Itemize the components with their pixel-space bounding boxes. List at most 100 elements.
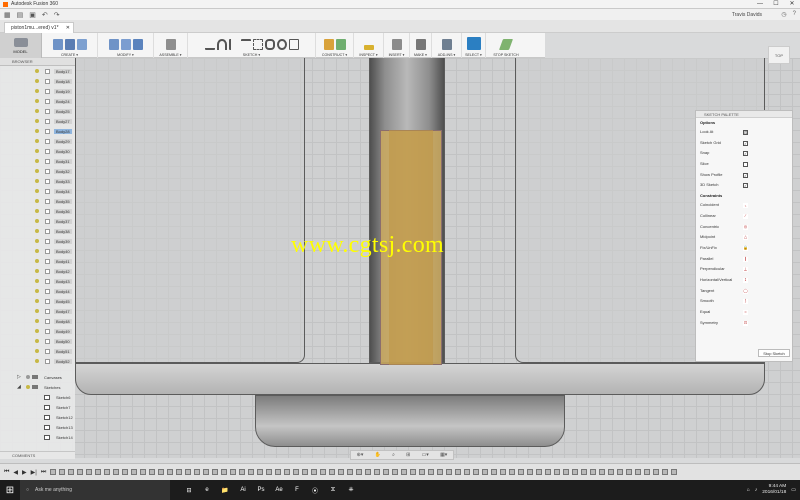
viewcube[interactable]: TOP (768, 46, 790, 64)
browser-body-row[interactable]: Body28 (0, 126, 75, 136)
visibility-bulb-icon[interactable] (35, 239, 39, 243)
3d-print-icon[interactable] (415, 39, 426, 50)
insert-group[interactable]: INSERT ▾ (384, 33, 410, 58)
timeline-feature-icon[interactable] (356, 469, 363, 475)
browser-body-row[interactable]: Body36 (0, 206, 75, 216)
timeline-feature-icon[interactable] (500, 469, 507, 475)
volume-icon[interactable]: ♪ (755, 487, 758, 493)
clock[interactable]: 9:44 AM 2016/01/18 (762, 484, 786, 496)
press-pull-icon[interactable] (108, 39, 119, 50)
timeline-feature-icon[interactable] (266, 469, 273, 475)
constraint-row[interactable]: Parallel ∥ (696, 254, 792, 265)
browser-body-row[interactable]: Body39 (0, 236, 75, 246)
timeline-feature-icon[interactable] (248, 469, 255, 475)
fillet-icon[interactable] (120, 39, 131, 50)
palette-option-row[interactable]: Slice (696, 159, 792, 170)
select-group[interactable]: SELECT ▾ (462, 33, 486, 58)
timeline-feature-icon[interactable] (653, 469, 660, 475)
timeline-feature-icon[interactable] (662, 469, 669, 475)
taskbar-app-icon[interactable]: Ai (234, 480, 252, 500)
palette-option-row[interactable]: Sketch Grid ✓ (696, 138, 792, 149)
browser-sketch-row[interactable]: Sketch12 (0, 412, 75, 422)
palette-option-row[interactable]: 3D Sketch ✓ (696, 180, 792, 191)
new-component-icon[interactable] (165, 39, 176, 50)
palette-option-row[interactable]: Look At ⊡ (696, 127, 792, 138)
timeline-feature-icon[interactable] (338, 469, 345, 475)
visibility-bulb-icon[interactable] (35, 319, 39, 323)
construct-group[interactable]: CONSTRUCT ▾ (316, 33, 354, 58)
constraint-icon[interactable]: ⌞ (743, 203, 748, 209)
timeline-feature-icon[interactable] (257, 469, 264, 475)
constraint-row[interactable]: Midpoint △ (696, 232, 792, 243)
taskbar-app-icon[interactable]: ⎈ (342, 480, 360, 500)
constraint-row[interactable]: Perpendicular ⟂ (696, 264, 792, 275)
undo-icon[interactable]: ↶ (42, 11, 48, 19)
timeline-feature-icon[interactable] (590, 469, 597, 475)
grid-icon[interactable]: ▦ (4, 11, 11, 19)
stop-sketch-group[interactable]: STOP SKETCH (486, 33, 526, 58)
timeline-feature-icon[interactable] (482, 469, 489, 475)
constraint-icon[interactable]: ⟂ (743, 267, 748, 273)
timeline-feature-icon[interactable] (140, 469, 147, 475)
timeline-feature-icon[interactable] (77, 469, 84, 475)
visibility-bulb-icon[interactable] (35, 219, 39, 223)
comments-panel[interactable]: COMMENTS (0, 451, 75, 459)
line-icon[interactable] (204, 39, 215, 50)
browser-sketch-row[interactable]: Sketch14 (0, 432, 75, 442)
timeline-feature-icon[interactable] (572, 469, 579, 475)
timeline-feature-icon[interactable] (311, 469, 318, 475)
timeline-feature-icon[interactable] (212, 469, 219, 475)
add-ins-group[interactable]: ADD-INS ▾ (432, 33, 462, 58)
visibility-bulb-icon[interactable] (35, 99, 39, 103)
maximize-button[interactable]: ☐ (768, 0, 784, 9)
browser-body-row[interactable]: Body40 (0, 246, 75, 256)
browser-body-row[interactable]: Body27 (0, 116, 75, 126)
browser-body-row[interactable]: Body51 (0, 346, 75, 356)
timeline-feature-icon[interactable] (158, 469, 165, 475)
visibility-bulb-icon[interactable] (26, 385, 30, 389)
timeline-feature-icon[interactable] (185, 469, 192, 475)
visibility-bulb-icon[interactable] (35, 329, 39, 333)
taskbar-app-icon[interactable]: e (198, 480, 216, 500)
constraint-icon[interactable]: = (743, 310, 748, 315)
constraint-icon[interactable]: △ (743, 235, 748, 241)
visibility-bulb-icon[interactable] (35, 259, 39, 263)
timeline-feature-icon[interactable] (176, 469, 183, 475)
browser-body-row[interactable]: Body17 (0, 66, 75, 76)
timeline-feature-icon[interactable] (518, 469, 525, 475)
browser-body-row[interactable]: Body32 (0, 166, 75, 176)
options-section-title[interactable]: Options (696, 118, 792, 127)
close-button[interactable]: ✕ (784, 0, 800, 9)
timeline-feature-icon[interactable] (95, 469, 102, 475)
visibility-bulb-icon[interactable] (35, 209, 39, 213)
browser-body-row[interactable]: Body49 (0, 326, 75, 336)
constraint-icon[interactable]: ∕ (743, 213, 748, 219)
browser-body-row[interactable]: Body42 (0, 266, 75, 276)
visibility-bulb-icon[interactable] (35, 309, 39, 313)
offset-icon[interactable] (252, 39, 263, 50)
constraint-row[interactable]: Horizontal/Vertical ⟟ (696, 275, 792, 286)
timeline-feature-icon[interactable] (608, 469, 615, 475)
browser-body-row[interactable]: Body48 (0, 316, 75, 326)
timeline-start-icon[interactable]: ⏮ (4, 469, 9, 476)
browser-body-row[interactable]: Body38 (0, 226, 75, 236)
display-settings-icon[interactable]: ▭▾ (422, 452, 429, 458)
zoom-icon[interactable]: ⌕ (392, 452, 395, 458)
constraint-icon[interactable]: ⟟ (743, 277, 748, 283)
browser-body-row[interactable]: Body31 (0, 156, 75, 166)
visibility-bulb-icon[interactable] (35, 139, 39, 143)
sketch-group[interactable]: SKETCH ▾ (188, 33, 316, 58)
notifications-icon[interactable]: ▭ (791, 487, 796, 493)
timeline-feature-icon[interactable] (320, 469, 327, 475)
constraints-section-title[interactable]: Constraints (696, 191, 792, 200)
timeline-feature-icon[interactable] (68, 469, 75, 475)
visibility-bulb-icon[interactable] (35, 249, 39, 253)
taskbar-app-icon[interactable]: Ae (270, 480, 288, 500)
browser-body-row[interactable]: Body25 (0, 106, 75, 116)
redo-icon[interactable]: ↷ (54, 11, 60, 19)
timeline-feature-icon[interactable] (347, 469, 354, 475)
timeline-feature-icon[interactable] (581, 469, 588, 475)
arc-icon[interactable] (216, 39, 227, 50)
timeline-feature-icon[interactable] (365, 469, 372, 475)
constraint-row[interactable]: Fix/UnFix 🔒 (696, 243, 792, 254)
